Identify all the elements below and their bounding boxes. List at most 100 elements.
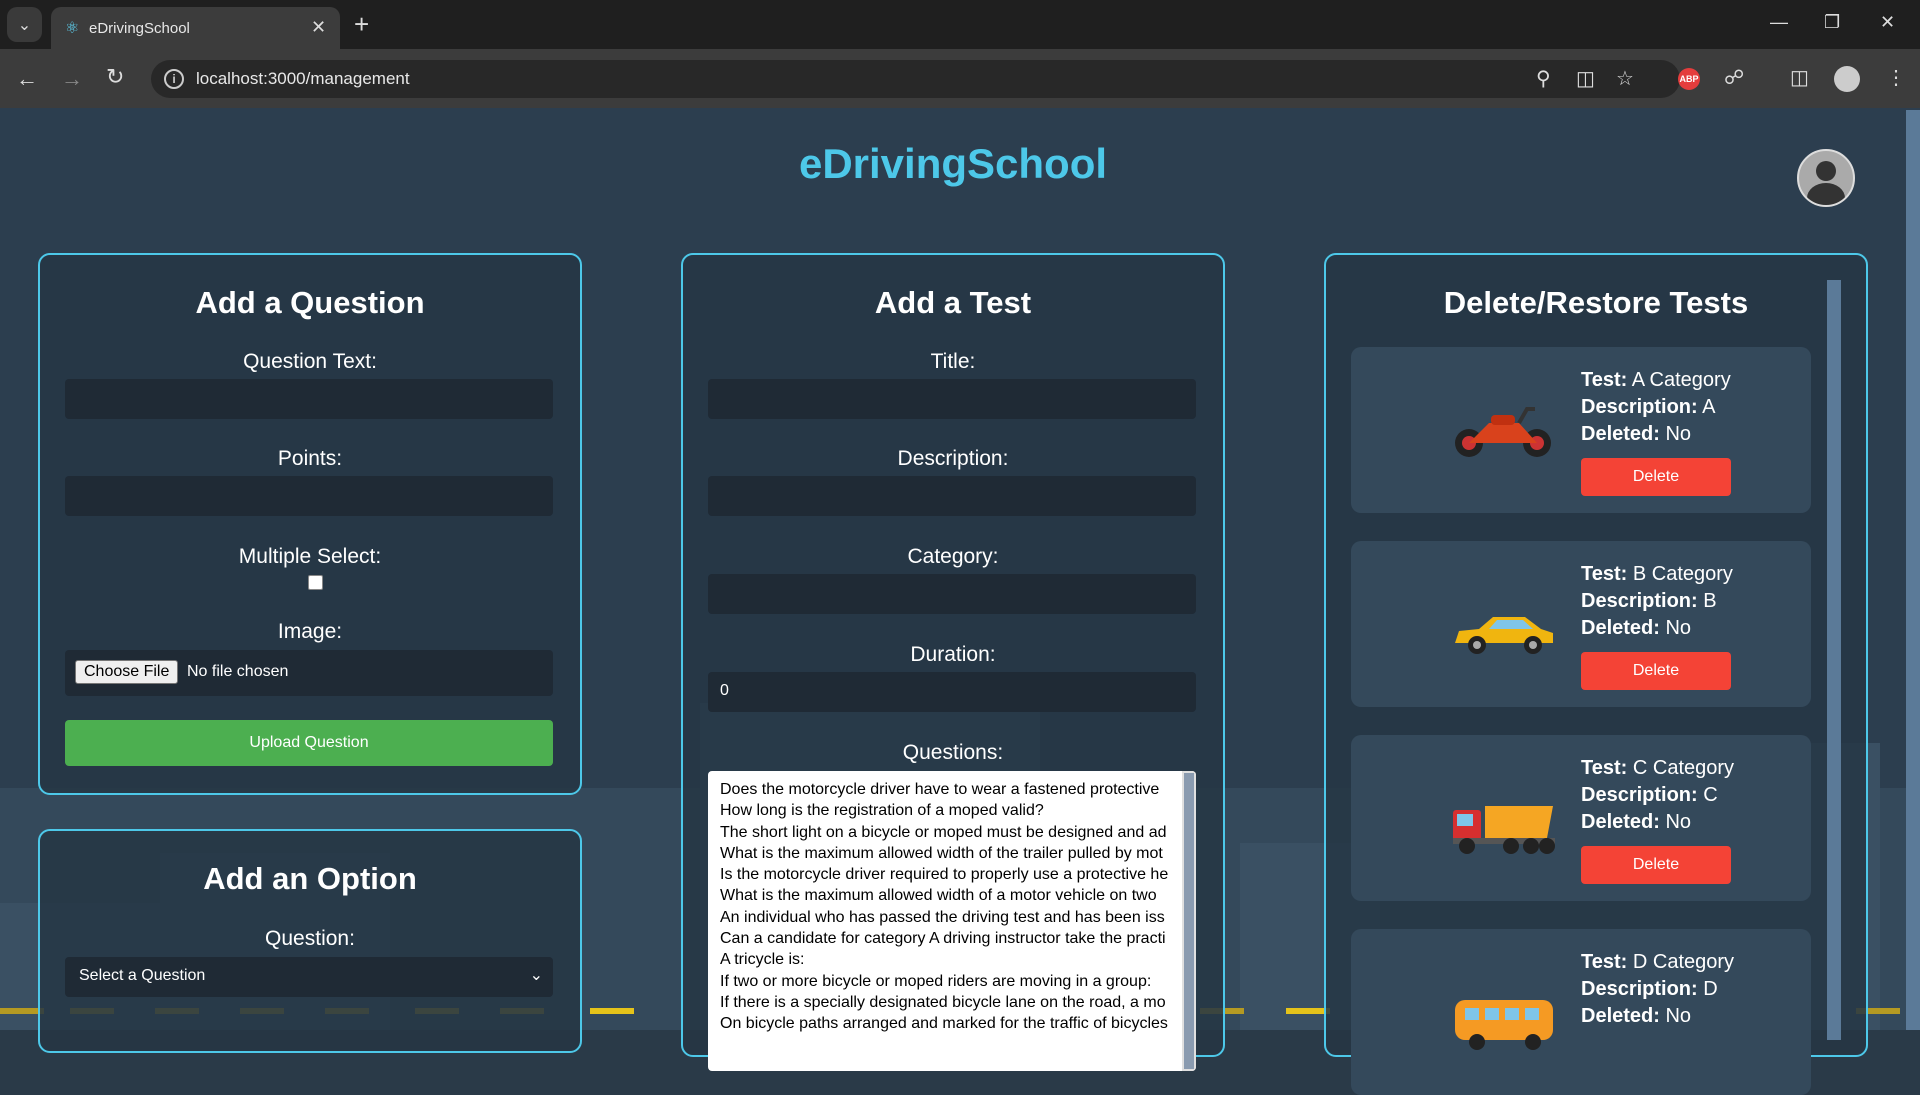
- forward-icon[interactable]: →: [61, 66, 83, 92]
- adblock-plus-icon[interactable]: ABP: [1678, 68, 1700, 90]
- test-name: B Category: [1632, 563, 1733, 585]
- profile-avatar-icon[interactable]: [1834, 66, 1860, 92]
- test-description-input[interactable]: [708, 476, 1196, 516]
- points-input[interactable]: [65, 476, 553, 516]
- chevron-down-icon: ⌄: [17, 16, 32, 34]
- tab-search-button[interactable]: ⌄: [7, 7, 42, 42]
- option-question-label: Question:: [265, 927, 355, 950]
- question-option[interactable]: How long is the registration of a moped …: [720, 800, 1182, 821]
- add-question-title: Add a Question: [195, 285, 425, 320]
- upload-question-button[interactable]: Upload Question: [65, 720, 553, 766]
- truck-icon: [1453, 806, 1555, 854]
- add-option-card: Add an Option Question: Select a Questio…: [38, 829, 582, 1053]
- question-option[interactable]: What is the maximum allowed width of a m…: [720, 885, 1182, 906]
- add-question-card: Add a Question Question Text: Points: Mu…: [38, 253, 582, 795]
- question-text-label: Question Text:: [243, 350, 377, 373]
- minimize-icon[interactable]: —: [1770, 12, 1788, 33]
- questions-multiselect[interactable]: Does the motorcycle driver have to wear …: [708, 771, 1196, 1071]
- questions-list: Does the motorcycle driver have to wear …: [720, 779, 1182, 1035]
- page-scroll-thumb[interactable]: [1906, 110, 1920, 1030]
- question-select[interactable]: Select a Question ⌄: [65, 957, 553, 997]
- test-title-input[interactable]: [708, 379, 1196, 419]
- delete-button[interactable]: Delete: [1581, 458, 1731, 496]
- question-option[interactable]: Is the motorcycle driver required to pro…: [720, 864, 1182, 885]
- bus-icon: [1455, 1000, 1553, 1050]
- test-card: Test: D Category Description: D Deleted:…: [1351, 929, 1811, 1095]
- car-icon: [1455, 617, 1553, 654]
- menu-kebab-icon[interactable]: ⋮: [1886, 65, 1906, 90]
- test-info: Test: C Category Description: C Deleted:…: [1581, 757, 1735, 833]
- side-panel-icon[interactable]: ◫: [1790, 65, 1809, 90]
- question-option[interactable]: What is the maximum allowed width of the…: [720, 843, 1182, 864]
- url-text[interactable]: localhost:3000/management: [196, 69, 410, 89]
- questions-scroll-thumb[interactable]: [1184, 773, 1194, 1069]
- new-tab-icon[interactable]: +: [354, 10, 369, 38]
- delete-button[interactable]: Delete: [1581, 846, 1731, 884]
- question-option[interactable]: If there is a specially designated bicyc…: [720, 992, 1182, 1013]
- user-icon: [1816, 161, 1836, 181]
- test-description: B: [1703, 590, 1717, 612]
- back-icon[interactable]: ←: [16, 66, 38, 92]
- add-option-title: Add an Option: [203, 861, 417, 896]
- close-tab-icon[interactable]: ✕: [311, 17, 326, 38]
- test-name: D Category: [1632, 951, 1735, 973]
- add-test-card: Add a Test Title: Description: Category:…: [681, 253, 1225, 1071]
- question-option[interactable]: A tricycle is:: [720, 949, 1182, 970]
- browser-tab[interactable]: ⚛ eDrivingSchool ✕: [51, 7, 340, 49]
- question-option[interactable]: Can a candidate for category A driving i…: [720, 928, 1182, 949]
- image-file-input[interactable]: Choose File No file chosen: [65, 650, 553, 696]
- choose-file-button[interactable]: Choose File: [75, 660, 179, 684]
- test-category-label: Category:: [907, 545, 999, 568]
- question-option[interactable]: If two or more bicycle or moped riders a…: [720, 971, 1182, 992]
- delete-restore-card: Delete/Restore Tests Test: A Category De…: [1324, 253, 1868, 1095]
- question-option[interactable]: On bicycle paths arranged and marked for…: [720, 1013, 1182, 1034]
- install-app-icon[interactable]: ◫: [1576, 66, 1595, 91]
- test-deleted: No: [1665, 1005, 1692, 1027]
- question-option[interactable]: The short light on a bicycle or moped mu…: [720, 822, 1182, 843]
- test-duration-label: Duration:: [910, 643, 996, 666]
- test-duration-input[interactable]: 0: [708, 672, 1196, 712]
- lane-mark: [590, 1008, 634, 1014]
- test-description-label: Description:: [897, 447, 1009, 470]
- test-deleted: No: [1665, 811, 1692, 833]
- question-option[interactable]: An individual who has passed the driving…: [720, 907, 1182, 928]
- reload-icon[interactable]: ↻: [106, 64, 124, 90]
- test-info: Test: D Category Description: D Deleted:…: [1581, 951, 1735, 1027]
- restore-icon[interactable]: ❐: [1824, 12, 1840, 33]
- duration-value: 0: [720, 682, 729, 699]
- question-select-value: Select a Question: [79, 967, 206, 984]
- site-info-icon[interactable]: i: [164, 69, 184, 89]
- motorcycle-icon: [1455, 407, 1551, 457]
- test-info: Test: A Category Description: A Deleted:…: [1581, 369, 1731, 445]
- question-option[interactable]: Does the motorcycle driver have to wear …: [720, 779, 1182, 800]
- multiple-select-checkbox[interactable]: [308, 575, 323, 590]
- multiple-select-label: Multiple Select:: [238, 545, 382, 568]
- points-label: Points:: [277, 447, 343, 470]
- test-description: A: [1702, 396, 1716, 418]
- close-window-icon[interactable]: ✕: [1880, 12, 1895, 33]
- test-deleted: No: [1665, 423, 1692, 445]
- tests-scrollbar[interactable]: [1827, 280, 1841, 1040]
- test-deleted: No: [1665, 617, 1692, 639]
- test-description: D: [1703, 978, 1718, 1000]
- test-card: Test: B Category Description: B Deleted:…: [1351, 541, 1811, 707]
- password-key-icon[interactable]: ⚲: [1536, 66, 1551, 91]
- delete-button[interactable]: Delete: [1581, 652, 1731, 690]
- tab-title: eDrivingSchool: [89, 20, 190, 37]
- test-card: Test: C Category Description: C Deleted:…: [1351, 735, 1811, 901]
- brand-title: eDrivingSchool: [798, 140, 1108, 187]
- question-text-input[interactable]: [65, 379, 553, 419]
- add-test-title: Add a Test: [874, 285, 1032, 320]
- extensions-icon[interactable]: ☍: [1724, 65, 1744, 90]
- user-avatar[interactable]: [1797, 149, 1855, 207]
- react-favicon-icon: ⚛: [65, 20, 80, 37]
- test-name: A Category: [1631, 369, 1731, 391]
- image-label: Image:: [277, 620, 343, 643]
- bookmark-star-icon[interactable]: ☆: [1616, 66, 1634, 91]
- test-title-label: Title:: [930, 350, 976, 373]
- test-name: C Category: [1632, 757, 1735, 779]
- test-description: C: [1703, 784, 1718, 806]
- test-category-input[interactable]: [708, 574, 1196, 614]
- chevron-down-icon: ⌄: [529, 967, 543, 984]
- file-status: No file chosen: [187, 663, 289, 680]
